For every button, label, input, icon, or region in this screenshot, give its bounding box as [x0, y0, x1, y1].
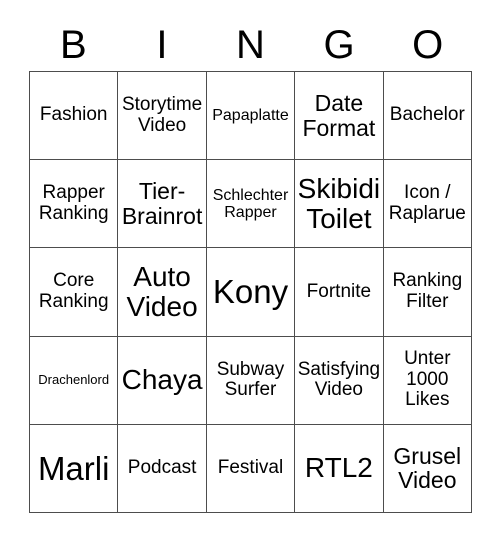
bingo-cell[interactable]: Papaplatte [206, 72, 296, 161]
bingo-cell[interactable]: Subway Surfer [206, 336, 296, 425]
bingo-cell[interactable]: Rapper Ranking [30, 160, 119, 249]
bingo-cell[interactable]: Unter 1000 Likes [383, 336, 472, 425]
bingo-cell-label: Tier-Brainrot [121, 177, 203, 229]
bingo-cell[interactable]: Bachelor [383, 72, 472, 161]
bingo-cell-label: Fashion [39, 104, 108, 126]
bingo-cell-label: Core Ranking [38, 270, 109, 312]
bingo-cell[interactable]: Kony [206, 248, 296, 337]
bingo-cell-label: Icon / Raplarue [388, 182, 466, 224]
header-letter-text: O [412, 22, 444, 67]
bingo-cell-label: Auto Video [126, 260, 198, 322]
bingo-cell-label: RTL2 [304, 452, 373, 484]
bingo-cell-label: Bachelor [389, 104, 465, 126]
header-letter-text: N [236, 22, 265, 67]
bingo-header-letter-o: O [383, 18, 472, 71]
bingo-cell[interactable]: Auto Video [118, 248, 207, 337]
bingo-cell-label: Kony [212, 273, 289, 311]
bingo-cell-label: Satisfying Video [297, 358, 381, 401]
bingo-cell[interactable]: Chaya [118, 336, 207, 425]
bingo-cell[interactable]: Fashion [30, 72, 119, 161]
bingo-cell-label: Unter 1000 Likes [404, 348, 451, 411]
header-letter-text: G [323, 22, 355, 67]
header-letter-text: I [156, 22, 168, 67]
bingo-header-row: B I N G O [29, 18, 472, 71]
bingo-header-letter-i: I [118, 18, 207, 71]
bingo-card: B I N G O Fashion Storytime Video Papaplat… [0, 0, 500, 544]
bingo-grid: Fashion Storytime Video Papaplatte Date For… [29, 71, 472, 513]
bingo-cell[interactable]: Marli [30, 424, 119, 513]
bingo-cell[interactable]: Satisfying Video [295, 336, 384, 425]
bingo-cell[interactable]: Core Ranking [30, 248, 119, 337]
bingo-cell-label: Schlechter Rapper [212, 186, 289, 221]
bingo-cell[interactable]: Festival [206, 424, 296, 513]
bingo-cell-label: Skibidi Toilet [297, 172, 381, 234]
bingo-cell[interactable]: Grusel Video [383, 424, 472, 513]
bingo-cell-label: Papaplatte [212, 106, 289, 124]
bingo-cell-label: Storytime Video [121, 94, 203, 136]
bingo-cell[interactable]: Date Format [295, 72, 384, 161]
bingo-cell[interactable]: Icon / Raplarue [383, 160, 472, 249]
bingo-cell-label: Subway Surfer [216, 358, 285, 401]
bingo-cell[interactable]: Podcast [118, 424, 207, 513]
bingo-cell-label: Date Format [302, 89, 376, 141]
bingo-cell[interactable]: Fortnite [295, 248, 384, 337]
bingo-cell[interactable]: Schlechter Rapper [206, 160, 296, 249]
bingo-header-letter-n: N [206, 18, 295, 71]
bingo-cell[interactable]: RTL2 [295, 424, 384, 513]
bingo-cell-label: Fortnite [306, 280, 372, 302]
header-letter-text: B [59, 22, 87, 67]
bingo-cell-label: Podcast [127, 457, 197, 479]
bingo-cell-label: Chaya [121, 364, 203, 396]
bingo-cell[interactable]: Tier-Brainrot [118, 160, 207, 249]
bingo-cell[interactable]: Drachenlord [30, 336, 119, 425]
bingo-cell[interactable]: Storytime Video [118, 72, 207, 161]
bingo-cell-label: Grusel Video [393, 442, 462, 494]
bingo-cell-label: Marli [37, 449, 110, 487]
bingo-cell[interactable]: Skibidi Toilet [295, 160, 384, 249]
bingo-cell-label: Ranking Filter [392, 270, 463, 312]
bingo-header-letter-g: G [295, 18, 384, 71]
bingo-cell-label: Festival [217, 457, 284, 479]
bingo-header-letter-b: B [29, 18, 118, 71]
bingo-cell-label: Rapper Ranking [38, 182, 109, 224]
bingo-cell-label: Drachenlord [38, 372, 110, 388]
bingo-cell[interactable]: Ranking Filter [383, 248, 472, 337]
